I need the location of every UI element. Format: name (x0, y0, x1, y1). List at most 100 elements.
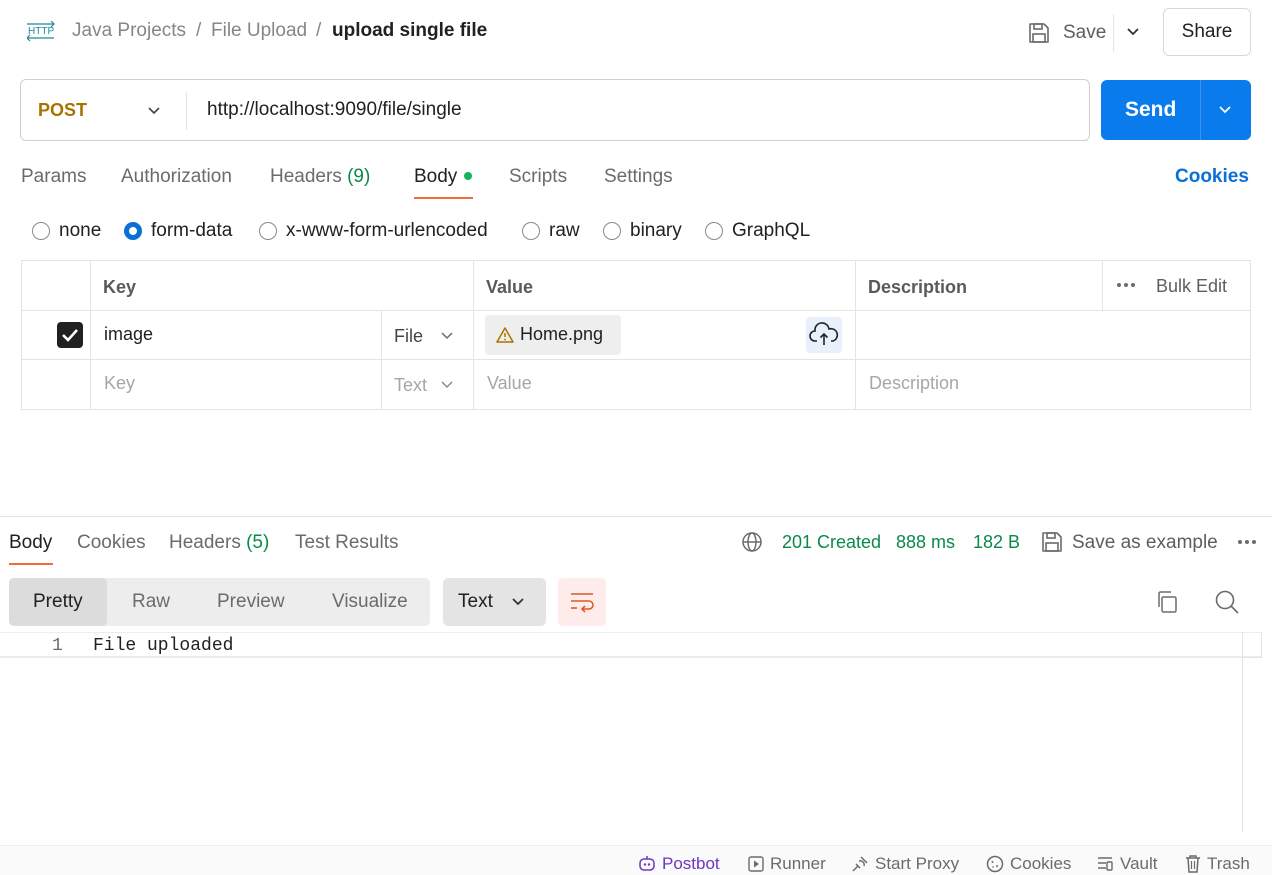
response-body-text[interactable]: File uploaded (93, 636, 233, 656)
globe-icon[interactable] (741, 531, 763, 553)
copy-icon[interactable] (1155, 590, 1179, 614)
send-options-chevron-down-icon[interactable] (1217, 102, 1233, 118)
radio-raw[interactable]: raw (522, 220, 580, 242)
format-label: Text (458, 591, 493, 612)
radio-label: raw (549, 220, 580, 241)
tab-body[interactable]: Body (414, 166, 457, 188)
chevron-down-icon[interactable] (440, 329, 454, 343)
save-options-chevron-down-icon[interactable] (1125, 24, 1141, 40)
warning-icon (496, 327, 514, 343)
trash-button[interactable]: Trash (1185, 854, 1250, 874)
cookies-button[interactable]: Cookies (986, 854, 1071, 874)
tab-scripts[interactable]: Scripts (509, 166, 567, 188)
save-as-example-button[interactable]: Save as example (1072, 532, 1218, 554)
radio-circle (32, 222, 50, 240)
start-proxy-button[interactable]: Start Proxy (851, 854, 959, 874)
view-mode-preview[interactable]: Preview (217, 591, 285, 613)
radio-label: form-data (151, 220, 233, 241)
postbot-button[interactable]: Postbot (638, 854, 720, 874)
view-mode-pretty[interactable]: Pretty (33, 591, 83, 613)
col-divider (90, 261, 91, 409)
http-icon: HTTP (27, 21, 55, 42)
method-select[interactable]: POST (38, 100, 87, 121)
radio-x-www-form-urlencoded[interactable]: x-www-form-urlencoded (259, 220, 488, 242)
radio-none[interactable]: none (32, 220, 101, 242)
chevron-down-icon[interactable] (440, 378, 454, 392)
wrap-lines-icon (571, 593, 594, 613)
send-button[interactable]: Send (1101, 80, 1251, 140)
cookies-link[interactable]: Cookies (1175, 166, 1249, 188)
breadcrumb-separator: / (316, 20, 322, 41)
divider (1200, 80, 1201, 140)
row-divider (22, 359, 1250, 360)
radio-form-data[interactable]: form-data (124, 220, 232, 242)
share-button[interactable]: Share (1163, 8, 1251, 56)
response-tab-body[interactable]: Body (9, 532, 52, 554)
more-options-icon[interactable] (1116, 281, 1138, 289)
new-description-input[interactable]: Description (869, 373, 959, 394)
file-name: Home.png (520, 324, 604, 344)
radio-label: x-www-form-urlencoded (286, 220, 488, 241)
new-key-input[interactable]: Key (104, 373, 135, 394)
form-data-table: Key Value Description Bulk Edit image Fi… (21, 260, 1251, 410)
save-button[interactable]: Save (1027, 18, 1106, 48)
key-input[interactable]: image (104, 324, 153, 345)
column-header-value: Value (486, 277, 534, 297)
editor-scrollbar[interactable] (1242, 632, 1243, 832)
url-bar: POST http://localhost:9090/file/single (20, 79, 1090, 141)
response-size[interactable]: 182 B (973, 532, 1020, 553)
tab-params[interactable]: Params (21, 166, 86, 188)
response-tab-test-results[interactable]: Test Results (295, 532, 398, 554)
cookie-icon (986, 855, 1004, 873)
col-divider (855, 261, 856, 409)
tab-authorization[interactable]: Authorization (121, 166, 232, 188)
chevron-down-icon[interactable] (147, 104, 161, 118)
status-bar: Postbot Runner Start Proxy Cookies Vault (0, 845, 1272, 875)
active-tab-underline (414, 197, 473, 199)
tab-headers[interactable]: Headers (9) (270, 166, 370, 188)
tab-label: Headers (270, 166, 342, 187)
chevron-down-icon (512, 598, 524, 606)
line-number: 1 (52, 636, 63, 656)
response-tab-cookies[interactable]: Cookies (77, 532, 146, 554)
status-code[interactable]: 201 Created (782, 532, 881, 553)
col-divider (473, 261, 474, 409)
vault-button[interactable]: Vault (1096, 854, 1158, 874)
type-select[interactable]: File (394, 326, 423, 347)
new-value-input[interactable]: Value (487, 373, 532, 394)
proxy-icon (852, 856, 868, 872)
postbot-icon (639, 856, 655, 871)
body-indicator-dot (464, 172, 472, 180)
save-label: Save (1063, 22, 1107, 43)
svg-text:HTTP: HTTP (28, 26, 54, 37)
radio-graphql[interactable]: GraphQL (705, 220, 810, 242)
request-name[interactable]: upload single file (332, 20, 487, 42)
divider (1113, 14, 1114, 52)
view-mode-visualize[interactable]: Visualize (332, 591, 408, 613)
save-icon (1029, 23, 1049, 43)
format-select[interactable]: Text (443, 578, 546, 626)
more-options-icon[interactable] (1237, 538, 1259, 546)
radio-binary[interactable]: binary (603, 220, 682, 242)
breadcrumb-collection[interactable]: Java Projects (72, 20, 186, 42)
cloud-upload-icon (809, 322, 839, 345)
search-icon[interactable] (1214, 589, 1240, 615)
active-line-highlight (0, 656, 1262, 658)
save-icon[interactable] (1040, 530, 1064, 554)
view-mode-raw[interactable]: Raw (132, 591, 170, 613)
breadcrumb-folder[interactable]: File Upload (211, 20, 307, 42)
url-input[interactable]: http://localhost:9090/file/single (207, 99, 462, 121)
bulk-edit-button[interactable]: Bulk Edit (1156, 276, 1227, 297)
wrap-lines-button[interactable] (558, 578, 606, 626)
runner-button[interactable]: Runner (748, 854, 826, 874)
response-tab-headers[interactable]: Headers (5) (169, 532, 269, 554)
new-type-select[interactable]: Text (394, 375, 427, 396)
start-proxy-label: Start Proxy (875, 854, 960, 873)
response-time[interactable]: 888 ms (896, 532, 955, 553)
active-tab-underline (9, 563, 53, 565)
radio-circle (705, 222, 723, 240)
file-chip[interactable]: Home.png (485, 315, 621, 355)
upload-file-button[interactable] (806, 317, 842, 353)
tab-settings[interactable]: Settings (604, 166, 673, 188)
row-enabled-checkbox[interactable] (57, 322, 83, 348)
